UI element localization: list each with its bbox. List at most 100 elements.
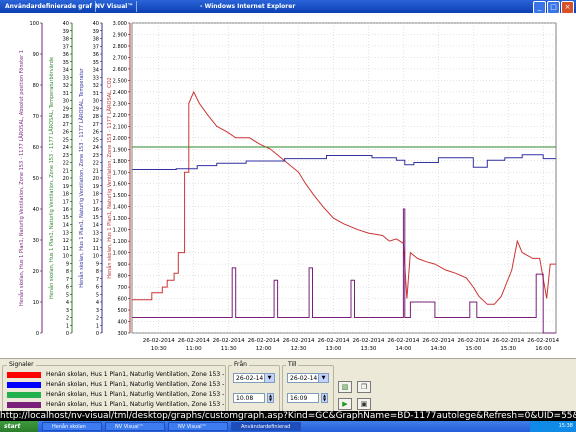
chart-area: 26-02-2014 10:30 26-02-2014 11:00 26-02-2014… — [0, 13, 576, 358]
y-tick-label: 19 — [63, 184, 69, 190]
y-tick-label: 18 — [63, 192, 69, 198]
y-tick-label: 1.600 — [113, 182, 127, 188]
from-date-dropdown[interactable]: 26-02-14 ▼ — [233, 373, 275, 383]
signal-row[interactable]: Henån skolan, Hus 1 Plan1, Naturlig Vent… — [7, 391, 226, 399]
y-tick-label: 2.300 — [113, 101, 127, 107]
signal-row[interactable]: Henån skolan, Hus 1 Plan1, Naturlig Vent… — [7, 371, 226, 379]
y-tick-label: 1.800 — [113, 159, 127, 165]
signal-row[interactable]: Henån skolan, Hus 1 Plan1, Naturlig Vent… — [7, 401, 226, 409]
x-tick-label: 11:00 — [186, 346, 202, 352]
x-tick-label: 26-02-2014 — [178, 338, 210, 344]
y-tick-label: 28 — [93, 114, 99, 120]
status-url: http://localhost/nv-visual/tml/desktop/g… — [0, 411, 576, 421]
y-tick-label: 2.800 — [113, 44, 127, 50]
y-tick-label: 26 — [93, 130, 99, 136]
tab-nv-visual[interactable]: NV Visual™ — [92, 1, 138, 12]
y-tick-label: 23 — [63, 153, 69, 159]
y-tick-label: 32 — [63, 83, 69, 89]
y-tick-label: 15 — [63, 215, 69, 221]
copy-icon: ❐ — [360, 383, 368, 391]
play-button[interactable]: ▶ — [338, 398, 352, 410]
taskbar-item[interactable]: Användardefinierad — [231, 422, 301, 431]
y-tick-label: 8 — [96, 269, 99, 275]
y-tick-label: 1.500 — [113, 193, 127, 199]
y-tick-label: 1.700 — [113, 170, 127, 176]
zoom-chart-button[interactable]: ▧ — [338, 381, 352, 393]
copy-button[interactable]: ❐ — [357, 381, 371, 393]
control-panel: Signaler Henån skolan, Hus 1 Plan1, Natu… — [0, 358, 576, 415]
taskbar-item[interactable]: NV Visual™ — [168, 422, 228, 431]
y-tick-label: 34 — [93, 68, 99, 74]
to-time-value: 16:09 — [290, 395, 308, 402]
y-tick-label: 10 — [63, 254, 69, 260]
to-label: Till — [286, 361, 299, 368]
x-tick-label: 15:30 — [500, 346, 516, 352]
y-tick-label: 700 — [117, 285, 127, 291]
to-time-input[interactable]: 16:09 — [287, 393, 319, 403]
y-tick-label: 4 — [96, 300, 99, 306]
y-tick-label: 10 — [33, 300, 39, 306]
y-tick-label: 33 — [93, 75, 99, 81]
y-axis-title: Henån skolan, Hus 1 Plan1, Naturlig Vent… — [106, 77, 113, 278]
line-chart: 26-02-2014 10:30 26-02-2014 11:00 26-02-2014… — [18, 21, 560, 352]
to-date-dropdown[interactable]: 26-02-14 ▼ — [287, 373, 329, 383]
y-tick-label: 2 — [66, 316, 69, 322]
y-tick-label: 9 — [66, 261, 69, 267]
y-tick-label: 900 — [117, 262, 127, 268]
y-tick-label: 31 — [93, 91, 99, 97]
x-tick-label: 15:00 — [465, 346, 481, 352]
to-fieldset: Till 26-02-14 ▼ 16:09 ▲ ▼ — [282, 361, 334, 413]
to-time-stepper[interactable]: ▲ ▼ — [321, 393, 328, 403]
y-tick-label: 26 — [63, 130, 69, 136]
taskbar-item[interactable]: Henån skolan — [42, 422, 102, 431]
x-tick-label: 16:00 — [535, 346, 551, 352]
y-tick-label: 6 — [96, 285, 99, 291]
y-axis-title: Henån skolan, Hus 1 Plan1, Naturlig Vent… — [78, 67, 85, 287]
x-tick-label: 26-02-2014 — [213, 338, 245, 344]
y-tick-label: 5 — [96, 292, 99, 298]
y-tick-label: 38 — [93, 37, 99, 43]
y-tick-label: 80 — [33, 83, 39, 89]
y-tick-label: 21 — [63, 168, 69, 174]
y-tick-label: 25 — [93, 137, 99, 143]
x-tick-label: 12:30 — [291, 346, 307, 352]
y-tick-label: 3.000 — [113, 21, 127, 27]
x-tick-label: 26-02-2014 — [318, 338, 350, 344]
y-tick-label: 3 — [96, 308, 99, 314]
chevron-down-icon: ▼ — [264, 374, 274, 382]
y-tick-label: 2.400 — [113, 90, 127, 96]
y-tick-label: 2.200 — [113, 113, 127, 119]
window-titlebar: Användardefinierade graf NV Visual™ - Wi… — [0, 0, 576, 14]
x-tick-label: 26-02-2014 — [527, 338, 559, 344]
from-time-value: 10.08 — [236, 395, 254, 402]
x-tick-label: 26-02-2014 — [143, 338, 175, 344]
y-tick-label: 70 — [33, 114, 39, 120]
x-tick-label: 12:00 — [256, 346, 272, 352]
start-button[interactable]: start — [0, 421, 38, 432]
y-tick-label: 22 — [93, 161, 99, 167]
y-tick-label: 400 — [117, 320, 127, 326]
from-time-input[interactable]: 10.08 — [233, 393, 265, 403]
x-tick-label: 26-02-2014 — [248, 338, 280, 344]
save-button[interactable]: ▣ — [357, 398, 371, 410]
y-tick-label: 36 — [63, 52, 69, 58]
taskbar-item[interactable]: NV Visual™ — [105, 422, 165, 431]
from-fieldset: Från 26-02-14 ▼ 10.08 ▲ ▼ — [228, 361, 280, 413]
y-tick-label: 32 — [93, 83, 99, 89]
y-tick-label: 34 — [63, 68, 69, 74]
y-axis-title: Henån skolan, Hus 1 Plan1, Naturlig Vent… — [48, 57, 55, 299]
from-time-stepper[interactable]: ▲ ▼ — [267, 393, 274, 403]
y-tick-label: 38 — [63, 37, 69, 43]
signal-row[interactable]: Henån skolan, Hus 1 Plan1, Naturlig Vent… — [7, 381, 226, 389]
tab-anvandardefinierade[interactable]: Användardefinierade graf — [2, 1, 97, 12]
y-tick-label: 6 — [66, 285, 69, 291]
y-tick-label: 40 — [63, 21, 69, 27]
from-label: Från — [232, 361, 249, 368]
y-tick-label: 2.900 — [113, 32, 127, 38]
y-tick-label: 8 — [66, 269, 69, 275]
y-tick-label: 3 — [66, 308, 69, 314]
y-tick-label: 27 — [93, 122, 99, 128]
y-tick-label: 1.200 — [113, 228, 127, 234]
signal-label: Henån skolan, Hus 1 Plan1, Naturlig Vent… — [46, 401, 226, 408]
y-tick-label: 50 — [33, 176, 39, 182]
